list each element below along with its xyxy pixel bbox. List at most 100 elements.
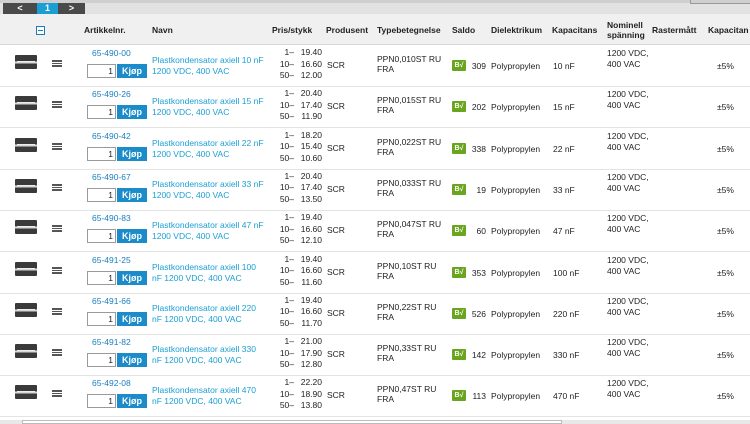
- article-number-link[interactable]: 65-491-66: [92, 296, 131, 306]
- product-thumbnail[interactable]: [15, 385, 37, 400]
- price-value-1: 20.40: [300, 88, 322, 99]
- quantity-input[interactable]: [87, 64, 116, 78]
- product-thumbnail[interactable]: [15, 55, 37, 69]
- table-row[interactable]: 65-490-83 Kjøp Plastkondensator axiell 47 …: [0, 211, 750, 253]
- article-number-link[interactable]: 65-490-00: [92, 48, 131, 58]
- header-producer[interactable]: Produsent: [326, 14, 368, 45]
- product-thumbnail[interactable]: [15, 96, 37, 111]
- product-name-link[interactable]: Plastkondensator axiell 470 nF 1200 VDC,…: [152, 385, 268, 407]
- buy-button[interactable]: Kjøp: [117, 270, 147, 285]
- product-thumbnail[interactable]: [15, 220, 37, 235]
- price-value-50: 11.60: [301, 276, 322, 287]
- quantity-input[interactable]: [87, 394, 116, 409]
- scrollbar-thumb[interactable]: [22, 420, 562, 424]
- buy-button[interactable]: Kjøp: [117, 187, 147, 202]
- table-row[interactable]: 65-490-00 Kjøp Plastkondensator axiell 10 …: [0, 46, 750, 87]
- quantity-input[interactable]: [87, 105, 116, 120]
- quantity-input[interactable]: [87, 353, 116, 368]
- producer: SCR: [327, 307, 345, 318]
- table-row[interactable]: 65-490-67 Kjøp Plastkondensator axiell 33 …: [0, 169, 750, 211]
- prev-page-button[interactable]: <: [3, 3, 37, 14]
- compare-icon[interactable]: [52, 183, 62, 191]
- article-number-link[interactable]: 65-490-26: [92, 89, 131, 99]
- price-value-10: 17.90: [300, 347, 322, 358]
- article-number-link[interactable]: 65-490-83: [92, 213, 131, 223]
- compare-icon[interactable]: [52, 266, 62, 274]
- header-article[interactable]: Artikkelnr.: [84, 14, 126, 45]
- buy-button[interactable]: Kjøp: [117, 64, 147, 78]
- product-name-link[interactable]: Plastkondensator axiell 47 nF 1200 VDC, …: [152, 220, 268, 242]
- price-value-10: 16.60: [300, 58, 322, 69]
- table-row[interactable]: 65-491-66 Kjøp Plastkondensator axiell 220…: [0, 293, 750, 335]
- buy-button[interactable]: Kjøp: [117, 229, 147, 244]
- header-cap-tolerance[interactable]: Kapacitan: [708, 14, 749, 45]
- article-number-link[interactable]: 65-490-42: [92, 131, 131, 141]
- product-name-link[interactable]: Plastkondensator axiell 100 nF 1200 VDC,…: [152, 262, 268, 284]
- product-thumbnail[interactable]: [15, 137, 37, 152]
- compare-icon[interactable]: [52, 142, 62, 150]
- header-price[interactable]: Pris/stykk: [272, 14, 312, 45]
- product-name-link[interactable]: Plastkondensator axiell 33 nF 1200 VDC, …: [152, 179, 268, 201]
- buy-button[interactable]: Kjøp: [117, 311, 147, 326]
- type-designation: PPN0,33ST RU FRA: [377, 343, 437, 364]
- price-tiers: 1– 19.40 10– 16.60 50– 11.60: [272, 254, 324, 289]
- nominal-voltage: 1200 VDC, 400 VAC: [607, 48, 649, 69]
- current-page-button[interactable]: 1: [37, 3, 58, 14]
- stock-status-icon: B√: [452, 307, 466, 319]
- product-name-link[interactable]: Plastkondensator axiell 15 nF 1200 VDC, …: [152, 96, 268, 118]
- product-thumbnail[interactable]: [15, 261, 37, 276]
- header-type[interactable]: Typebetegnelse: [377, 14, 441, 45]
- price-tiers: 1– 21.00 10– 17.90 50– 12.80: [272, 336, 324, 371]
- price-qty-50: 50–: [279, 152, 294, 163]
- buy-button[interactable]: Kjøp: [117, 394, 147, 409]
- table-row[interactable]: 65-492-08 Kjøp Plastkondensator axiell 470…: [0, 376, 750, 418]
- table-row[interactable]: 65-491-25 Kjøp Plastkondensator axiell 100…: [0, 252, 750, 294]
- collapse-all-icon[interactable]: [36, 26, 45, 35]
- product-name-link[interactable]: Plastkondensator axiell 220 nF 1200 VDC,…: [152, 303, 268, 325]
- horizontal-scrollbar[interactable]: [0, 420, 750, 424]
- buy-button[interactable]: Kjøp: [117, 353, 147, 368]
- buy-button[interactable]: Kjøp: [117, 146, 147, 161]
- quantity-input[interactable]: [87, 270, 116, 285]
- dielectric: Polypropylen: [491, 61, 541, 71]
- price-value-10: 16.60: [300, 223, 322, 234]
- compare-icon[interactable]: [52, 390, 62, 398]
- quantity-input[interactable]: [87, 146, 116, 161]
- price-qty-1: 1–: [284, 253, 294, 264]
- header-capacitance[interactable]: Kapacitans: [552, 14, 597, 45]
- product-thumbnail[interactable]: [15, 302, 37, 317]
- article-number-link[interactable]: 65-491-25: [92, 255, 131, 265]
- quantity-input[interactable]: [87, 311, 116, 326]
- table-row[interactable]: 65-490-42 Kjøp Plastkondensator axiell 22 …: [0, 128, 750, 170]
- dielectric: Polypropylen: [491, 226, 541, 237]
- next-page-button[interactable]: >: [58, 3, 85, 14]
- price-qty-50: 50–: [279, 70, 294, 80]
- page-size-control[interactable]: [690, 0, 750, 4]
- buy-button[interactable]: Kjøp: [117, 105, 147, 120]
- quantity-input[interactable]: [87, 187, 116, 202]
- header-dielectric[interactable]: Dielektrikum: [491, 14, 542, 45]
- article-number-link[interactable]: 65-491-82: [92, 337, 131, 347]
- header-stock[interactable]: Saldo: [452, 14, 475, 45]
- article-number-link[interactable]: 65-490-67: [92, 172, 131, 182]
- product-thumbnail[interactable]: [15, 344, 37, 359]
- capacitance: 47 nF: [553, 226, 575, 237]
- compare-icon[interactable]: [52, 101, 62, 109]
- price-value-50: 12.00: [300, 70, 322, 80]
- compare-icon[interactable]: [52, 225, 62, 233]
- header-pitch[interactable]: Rastermått: [652, 14, 696, 45]
- nominal-voltage: 1200 VDC, 400 VAC: [607, 130, 649, 152]
- product-name-link[interactable]: Plastkondensator axiell 22 nF 1200 VDC, …: [152, 138, 268, 160]
- product-name-link[interactable]: Plastkondensator axiell 330 nF 1200 VDC,…: [152, 344, 268, 366]
- compare-icon[interactable]: [52, 60, 62, 67]
- article-number-link[interactable]: 65-492-08: [92, 378, 131, 388]
- header-nominal-voltage[interactable]: Nominell spänning: [607, 14, 651, 45]
- compare-icon[interactable]: [52, 349, 62, 357]
- header-name[interactable]: Navn: [152, 14, 173, 45]
- product-name-link[interactable]: Plastkondensator axiell 10 nF 1200 VDC, …: [152, 55, 268, 77]
- table-row[interactable]: 65-490-26 Kjøp Plastkondensator axiell 15 …: [0, 87, 750, 129]
- table-row[interactable]: 65-491-82 Kjøp Plastkondensator axiell 330…: [0, 335, 750, 377]
- product-thumbnail[interactable]: [15, 178, 37, 193]
- compare-icon[interactable]: [52, 307, 62, 315]
- quantity-input[interactable]: [87, 229, 116, 244]
